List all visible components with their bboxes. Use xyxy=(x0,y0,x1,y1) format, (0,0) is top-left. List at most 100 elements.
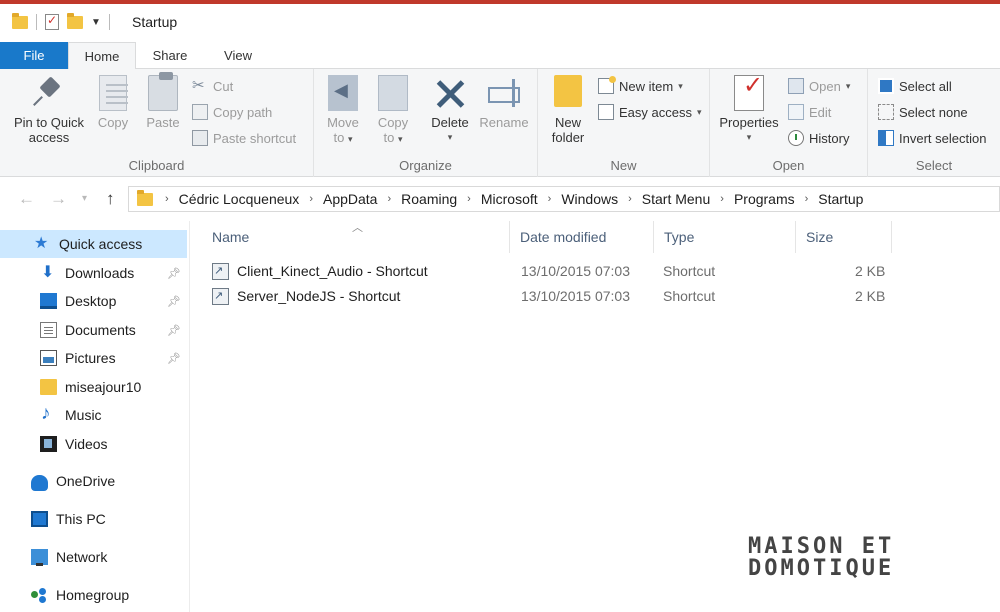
nav-item-homegroup[interactable]: Homegroup xyxy=(0,581,187,609)
back-arrow-icon[interactable]: ← xyxy=(18,189,35,209)
breadcrumb-programs[interactable]: Programs xyxy=(734,191,795,207)
nav-item-label: This PC xyxy=(56,511,106,527)
edit-label: Edit xyxy=(809,104,832,120)
film-icon xyxy=(40,436,57,452)
breadcrumb-chevron-icon[interactable]: › xyxy=(548,193,552,205)
breadcrumb-chevron-icon[interactable]: › xyxy=(628,193,632,205)
nav-item-desktop[interactable]: Desktop 📌︎ xyxy=(0,287,187,315)
nav-item-label: Homegroup xyxy=(56,587,130,603)
breadcrumb-chevron-icon[interactable]: › xyxy=(309,193,313,205)
nav-item-quick-access[interactable]: Quick access xyxy=(0,230,187,258)
nav-item-videos[interactable]: Videos xyxy=(0,430,187,458)
breadcrumb-chevron-icon[interactable]: › xyxy=(805,193,809,205)
copy-to-button[interactable]: Copy to ▾ xyxy=(372,75,414,147)
tab-share[interactable]: Share xyxy=(136,42,204,69)
edit-button[interactable]: Edit xyxy=(788,101,831,123)
pin-icon[interactable]: 📌︎ xyxy=(167,295,181,308)
nav-item-label: Videos xyxy=(65,436,108,452)
new-folder-icon[interactable] xyxy=(67,12,83,29)
breadcrumb-user[interactable]: Cédric Locqueneux xyxy=(179,191,300,207)
breadcrumb-startup[interactable]: Startup xyxy=(818,191,863,207)
copy-path-icon xyxy=(192,104,208,120)
nav-item-miseajour10[interactable]: miseajour10 xyxy=(0,373,187,401)
file-name: Server_NodeJS - Shortcut xyxy=(237,288,401,304)
recent-locations-chevron-icon[interactable]: ▾ xyxy=(82,193,87,204)
pin-to-quick-access-button[interactable]: Pin to Quick access xyxy=(8,75,90,145)
column-header-size[interactable]: Size xyxy=(796,221,892,253)
chevron-down-icon: ▾ xyxy=(678,80,683,91)
move-to-button[interactable]: Move to ▾ xyxy=(322,75,364,147)
copy-path-label: Copy path xyxy=(213,104,273,120)
tab-file[interactable]: File xyxy=(0,42,68,69)
select-group: Select all Select none Invert selection … xyxy=(868,69,1000,177)
nav-item-label: miseajour10 xyxy=(65,379,142,395)
copy-to-label-line2: to xyxy=(383,130,395,145)
copy-path-button[interactable]: Copy path xyxy=(192,101,272,123)
folder-icon xyxy=(12,12,28,29)
delete-x-icon xyxy=(432,75,468,111)
breadcrumb-roaming[interactable]: Roaming xyxy=(401,191,457,207)
quick-access-toolbar: ▼ xyxy=(12,11,110,33)
breadcrumb-chevron-icon[interactable]: › xyxy=(467,193,471,205)
file-date: 13/10/2015 07:03 xyxy=(521,288,630,304)
easy-access-button[interactable]: Easy access ▾ xyxy=(598,101,702,123)
pin-icon xyxy=(31,75,67,111)
pin-icon[interactable]: 📌︎ xyxy=(167,267,181,280)
delete-button[interactable]: Delete ▾ xyxy=(428,75,472,145)
paste-button[interactable]: Paste xyxy=(142,72,184,130)
column-header-date-modified[interactable]: Date modified xyxy=(510,221,654,253)
file-name: Client_Kinect_Audio - Shortcut xyxy=(237,263,428,279)
breadcrumb-chevron-icon[interactable]: › xyxy=(165,193,169,205)
breadcrumb-chevron-icon[interactable]: › xyxy=(387,193,391,205)
invert-selection-button[interactable]: Invert selection xyxy=(878,127,986,149)
music-note-icon xyxy=(40,403,57,425)
nav-item-this-pc[interactable]: This PC xyxy=(0,505,187,533)
breadcrumb-windows[interactable]: Windows xyxy=(561,191,618,207)
new-item-button[interactable]: New item ▾ xyxy=(598,75,683,97)
rename-button[interactable]: Rename xyxy=(478,75,530,130)
breadcrumb-appdata[interactable]: AppData xyxy=(323,191,377,207)
folder-icon xyxy=(137,189,153,206)
open-button[interactable]: Open ▾ xyxy=(788,75,850,97)
table-row[interactable]: Server_NodeJS - Shortcut 13/10/2015 07:0… xyxy=(190,284,890,308)
pin-icon[interactable]: 📌︎ xyxy=(167,352,181,365)
properties-button[interactable]: Properties ▾ xyxy=(716,75,782,145)
chevron-down-icon: ▾ xyxy=(696,106,702,117)
breadcrumb-chevron-icon[interactable]: › xyxy=(720,193,724,205)
nav-item-documents[interactable]: Documents 📌︎ xyxy=(0,316,187,344)
customize-toolbar-chevron-icon[interactable]: ▼ xyxy=(91,17,101,28)
copy-button[interactable]: Copy xyxy=(94,75,132,130)
nav-item-network[interactable]: Network xyxy=(0,543,187,571)
nav-item-onedrive[interactable]: OneDrive xyxy=(0,467,187,495)
tab-home[interactable]: Home xyxy=(68,42,136,70)
open-icon xyxy=(788,78,804,94)
address-bar[interactable]: › Cédric Locqueneux › AppData › Roaming … xyxy=(128,186,1000,212)
table-row[interactable]: Client_Kinect_Audio - Shortcut 13/10/201… xyxy=(190,259,890,283)
select-none-button[interactable]: Select none xyxy=(878,101,968,123)
history-button[interactable]: History xyxy=(788,127,849,149)
breadcrumb-start-menu[interactable]: Start Menu xyxy=(642,191,710,207)
cut-button[interactable]: Cut xyxy=(192,75,233,97)
copy-to-label-line1: Copy xyxy=(377,115,409,130)
breadcrumb-microsoft[interactable]: Microsoft xyxy=(481,191,538,207)
select-all-button[interactable]: Select all xyxy=(878,75,952,97)
column-header-name[interactable]: Name xyxy=(190,221,510,253)
nav-item-label: Documents xyxy=(65,322,136,338)
paste-shortcut-button[interactable]: Paste shortcut xyxy=(192,127,296,149)
file-date: 13/10/2015 07:03 xyxy=(521,263,630,279)
download-arrow-icon xyxy=(40,262,57,282)
pin-icon[interactable]: 📌︎ xyxy=(167,324,181,337)
column-header-type[interactable]: Type xyxy=(654,221,796,253)
tab-view[interactable]: View xyxy=(204,42,272,69)
nav-item-pictures[interactable]: Pictures 📌︎ xyxy=(0,344,187,372)
forward-arrow-icon[interactable]: → xyxy=(50,189,67,209)
file-size: 2 KB xyxy=(855,263,886,279)
properties-icon[interactable] xyxy=(45,13,59,30)
invert-selection-icon xyxy=(878,130,894,146)
chevron-down-icon: ▾ xyxy=(746,132,752,142)
nav-item-downloads[interactable]: Downloads 📌︎ xyxy=(0,259,187,287)
new-folder-button[interactable]: New folder xyxy=(546,75,590,145)
nav-item-music[interactable]: Music xyxy=(0,401,187,429)
toolbar-divider xyxy=(36,14,37,30)
up-arrow-icon[interactable]: ↑ xyxy=(106,189,115,209)
